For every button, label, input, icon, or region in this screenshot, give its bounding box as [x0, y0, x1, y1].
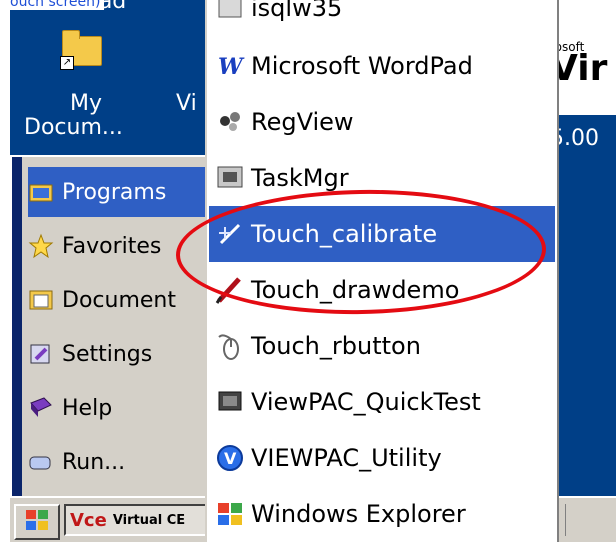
submenu-label-regview: RegView — [251, 108, 354, 136]
start-button[interactable] — [14, 504, 60, 540]
svg-text:V: V — [224, 449, 237, 468]
start-menu-band — [12, 157, 22, 497]
start-menu-label-favorites: Favorites — [62, 233, 162, 259]
submenu-label-touch-drawdemo: Touch_drawdemo — [251, 276, 460, 304]
screenshot-stage: WordPad ↗ My Docum... Vi rosoft Vir 5.00… — [0, 0, 616, 542]
submenu-label-viewpac-utility: VIEWPAC_Utility — [251, 444, 442, 472]
calibrate-pen-icon — [215, 219, 245, 249]
submenu-label-windows-explorer: Windows Explorer — [251, 500, 466, 528]
submenu-label-touch-rbutton: Touch_rbutton — [251, 332, 421, 360]
start-menu-label-run: Run... — [62, 449, 126, 475]
submenu-item-windows-explorer[interactable]: Windows Explorer — [209, 486, 555, 542]
submenu-item-touch-calibrate[interactable]: Touch_calibrate — [209, 206, 555, 262]
submenu-item-taskmgr[interactable]: TaskMgr — [209, 150, 555, 206]
submenu-label-microsoft-wordpad: Microsoft WordPad — [251, 52, 473, 80]
taskmgr-icon — [215, 163, 245, 193]
start-menu-label-documents: Document — [62, 287, 176, 313]
start-menu-item-documents[interactable]: Document — [28, 275, 216, 325]
draw-pen-icon — [215, 275, 245, 305]
vce-logo-icon: Vce — [70, 509, 107, 531]
submenu-item-microsoft-wordpad[interactable]: W Microsoft WordPad — [209, 38, 555, 94]
submenu-item-touch-rbutton[interactable]: Touch_rbutton — [209, 318, 555, 374]
start-menu-label-settings: Settings — [62, 341, 153, 367]
submenu-item-isqlw35[interactable]: isqlw35 — [209, 0, 555, 36]
settings-icon — [28, 341, 54, 367]
submenu-label-isqlw35: isqlw35 — [251, 0, 343, 22]
start-menu-item-programs[interactable]: Programs — [28, 167, 216, 217]
quicktest-icon — [215, 387, 245, 417]
submenu-item-regview[interactable]: RegView — [209, 94, 555, 150]
start-menu-item-settings[interactable]: Settings — [28, 329, 216, 379]
start-menu-item-favorites[interactable]: Favorites — [28, 221, 216, 271]
help-book-icon — [28, 395, 54, 421]
star-icon — [28, 233, 54, 259]
start-menu-item-run[interactable]: Run... — [28, 437, 216, 487]
desktop-icon-label-fragment[interactable]: Vi — [176, 92, 197, 116]
shortcut-arrow-icon: ↗ — [60, 56, 74, 70]
svg-text:W: W — [218, 54, 245, 80]
my-documents-label-line2[interactable]: Docum... — [24, 116, 123, 140]
start-menu-label-help: Help — [62, 395, 113, 421]
taskbar-button-virtual-ce[interactable]: Vce Virtual CE — [64, 504, 216, 536]
windows-flag-icon — [215, 499, 245, 529]
isqlw-icon — [215, 0, 245, 23]
submenu-label-viewpac-quicktest: ViewPAC_QuickTest — [251, 388, 481, 416]
viewpac-utility-icon: V — [215, 443, 245, 473]
regview-icon — [215, 107, 245, 137]
programs-submenu: isqlw35 W Microsoft WordPad RegView Task… — [205, 0, 559, 542]
submenu-label-touch-calibrate: Touch_calibrate — [251, 220, 438, 248]
taskbar-button-label: Virtual CE — [112, 512, 186, 528]
start-menu-label-programs: Programs — [62, 179, 167, 205]
screenshot-caption: ouch screen) — [6, 0, 105, 10]
submenu-item-touch-drawdemo[interactable]: Touch_drawdemo — [209, 262, 555, 318]
start-menu-item-help[interactable]: Help — [28, 383, 216, 433]
taskbar-tray — [565, 504, 616, 536]
submenu-item-viewpac-quicktest[interactable]: ViewPAC_QuickTest — [209, 374, 555, 430]
start-menu: Programs Favorites Document Settings Hel — [10, 155, 224, 497]
submenu-item-viewpac-utility[interactable]: V VIEWPAC_Utility — [209, 430, 555, 486]
my-documents-label-line1[interactable]: My — [70, 92, 102, 116]
mouse-icon — [215, 331, 245, 361]
wordpad-icon: W — [215, 51, 245, 81]
run-icon — [28, 449, 54, 475]
windows-flag-icon — [24, 508, 50, 536]
programs-icon — [28, 179, 54, 205]
submenu-label-taskmgr: TaskMgr — [251, 164, 349, 192]
documents-icon — [28, 287, 54, 313]
